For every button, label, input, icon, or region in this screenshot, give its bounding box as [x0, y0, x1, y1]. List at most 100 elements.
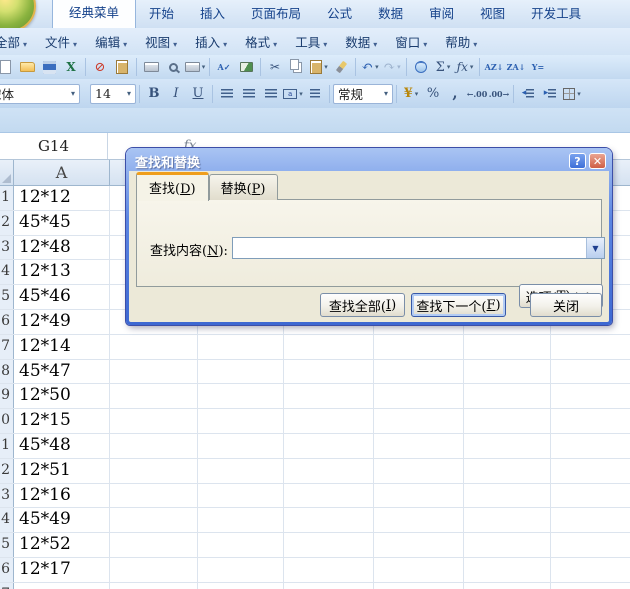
- spellcheck-button[interactable]: A✓: [213, 57, 235, 77]
- research-button[interactable]: [235, 57, 257, 77]
- cell-a13[interactable]: 12*16: [14, 483, 110, 508]
- menu-tools[interactable]: 工具 ▾: [286, 28, 336, 55]
- column-header-a[interactable]: A: [14, 160, 110, 185]
- menu-insert[interactable]: 插入 ▾: [186, 28, 236, 55]
- cut-button[interactable]: ✂: [264, 57, 286, 77]
- find-what-input[interactable]: [233, 238, 586, 258]
- insert-function-button[interactable]: ƒx ▾: [454, 57, 476, 77]
- row-header[interactable]: 1: [0, 186, 14, 210]
- cell-a14[interactable]: 45*49: [14, 508, 110, 533]
- bold-button[interactable]: B: [143, 84, 165, 104]
- cell-a12[interactable]: 12*51: [14, 458, 110, 483]
- row-header[interactable]: 7: [0, 334, 14, 359]
- cell-a9[interactable]: 12*50: [14, 384, 110, 409]
- ribbon-tab-developer[interactable]: 开发工具: [518, 0, 594, 28]
- row-header[interactable]: 6: [0, 309, 14, 334]
- ribbon-tab-home[interactable]: 开始: [136, 0, 187, 28]
- row-header[interactable]: 9: [0, 384, 14, 409]
- ribbon-tab-page-layout[interactable]: 页面布局: [238, 0, 314, 28]
- autofilter-button[interactable]: Y=: [527, 57, 549, 77]
- copy-button[interactable]: [286, 57, 308, 77]
- text-wrap-button[interactable]: [304, 84, 326, 104]
- print-preview-button[interactable]: [162, 57, 184, 77]
- excel-workbook-button[interactable]: X: [60, 57, 82, 77]
- align-right-button[interactable]: [260, 84, 282, 104]
- save-button[interactable]: [38, 57, 60, 77]
- autosum-button[interactable]: Σ ▾: [432, 57, 454, 77]
- cell-a1[interactable]: 12*12: [14, 186, 110, 210]
- cell-a17[interactable]: [14, 582, 110, 589]
- close-button[interactable]: 关闭: [530, 293, 602, 317]
- row-header[interactable]: 8: [0, 359, 14, 384]
- cell-a11[interactable]: 45*48: [14, 433, 110, 458]
- merge-center-button[interactable]: a ▾: [282, 84, 304, 104]
- name-box[interactable]: G14: [0, 133, 108, 159]
- row-header[interactable]: 10: [0, 409, 14, 433]
- cell-a3[interactable]: 12*48: [14, 235, 110, 260]
- row-header[interactable]: 13: [0, 483, 14, 508]
- menu-all[interactable]: 全部 ▾: [0, 28, 36, 55]
- tab-replace[interactable]: 替换(P): [208, 174, 278, 200]
- row-header[interactable]: 4: [0, 260, 14, 285]
- font-size-combo[interactable]: 14 ▾: [90, 83, 136, 104]
- cell-a6[interactable]: 12*49: [14, 309, 110, 334]
- align-left-button[interactable]: [216, 84, 238, 104]
- font-name-combo[interactable]: 宋体 ▾: [0, 83, 80, 104]
- ribbon-tab-formulas[interactable]: 公式: [314, 0, 365, 28]
- italic-button[interactable]: I: [165, 84, 187, 104]
- row-header[interactable]: 15: [0, 533, 14, 557]
- increase-decimal-button[interactable]: ←.00: [466, 84, 488, 104]
- row-header[interactable]: 12: [0, 458, 14, 483]
- find-next-button[interactable]: 查找下一个(F): [411, 293, 506, 317]
- dialog-close-button[interactable]: ✕: [589, 153, 606, 169]
- permission-button[interactable]: ⊘: [89, 57, 111, 77]
- sort-descending-button[interactable]: ZA↓: [505, 57, 527, 77]
- new-document-button[interactable]: [0, 57, 16, 77]
- menu-edit[interactable]: 编辑 ▾: [86, 28, 136, 55]
- borders-button[interactable]: ▾: [561, 84, 583, 104]
- increase-indent-button[interactable]: ▸: [539, 84, 561, 104]
- cell-a5[interactable]: 45*46: [14, 285, 110, 309]
- open-button[interactable]: [16, 57, 38, 77]
- row-header[interactable]: 14: [0, 508, 14, 533]
- cell-a16[interactable]: 12*17: [14, 557, 110, 582]
- sort-ascending-button[interactable]: AZ↓: [483, 57, 505, 77]
- dialog-help-button[interactable]: ?: [569, 153, 586, 169]
- row-header[interactable]: 11: [0, 433, 14, 458]
- menu-window[interactable]: 窗口 ▾: [386, 28, 436, 55]
- attach-button[interactable]: [111, 57, 133, 77]
- find-all-button[interactable]: 查找全部(I): [320, 293, 405, 317]
- print-setup-button[interactable]: ▾: [184, 57, 206, 77]
- comma-style-button[interactable]: ,: [444, 84, 466, 104]
- ribbon-tab-review[interactable]: 审阅: [416, 0, 467, 28]
- format-painter-button[interactable]: [330, 57, 352, 77]
- cell-a8[interactable]: 45*47: [14, 359, 110, 384]
- menu-data[interactable]: 数据 ▾: [336, 28, 386, 55]
- print-button[interactable]: [140, 57, 162, 77]
- row-header[interactable]: 3: [0, 235, 14, 260]
- cell-a4[interactable]: 12*13: [14, 260, 110, 285]
- menu-view[interactable]: 视图 ▾: [136, 28, 186, 55]
- align-center-button[interactable]: [238, 84, 260, 104]
- cell-a7[interactable]: 12*14: [14, 334, 110, 359]
- row-header[interactable]: 5: [0, 285, 14, 309]
- tab-find[interactable]: 查找(D): [136, 172, 209, 201]
- find-what-dropdown-button[interactable]: ▼: [586, 238, 604, 258]
- percent-style-button[interactable]: %: [422, 84, 444, 104]
- row-header[interactable]: 16: [0, 557, 14, 582]
- ribbon-tab-classic-menu[interactable]: 经典菜单: [52, 0, 137, 28]
- number-format-combo[interactable]: 常规 ▾: [333, 83, 393, 104]
- row-header[interactable]: 2: [0, 210, 14, 235]
- ribbon-tab-insert[interactable]: 插入: [187, 0, 238, 28]
- undo-button[interactable]: ↶ ▾: [359, 57, 381, 77]
- paste-button[interactable]: ▾: [308, 57, 330, 77]
- hyperlink-button[interactable]: [410, 57, 432, 77]
- redo-button[interactable]: ↷ ▾: [381, 57, 403, 77]
- menu-file[interactable]: 文件 ▾: [36, 28, 86, 55]
- select-all-corner[interactable]: [0, 160, 14, 185]
- cell-a2[interactable]: 45*45: [14, 210, 110, 235]
- underline-button[interactable]: U: [187, 84, 209, 104]
- currency-style-button[interactable]: ¥ ▾: [400, 84, 422, 104]
- ribbon-tab-data[interactable]: 数据: [365, 0, 416, 28]
- cell-a10[interactable]: 12*15: [14, 409, 110, 433]
